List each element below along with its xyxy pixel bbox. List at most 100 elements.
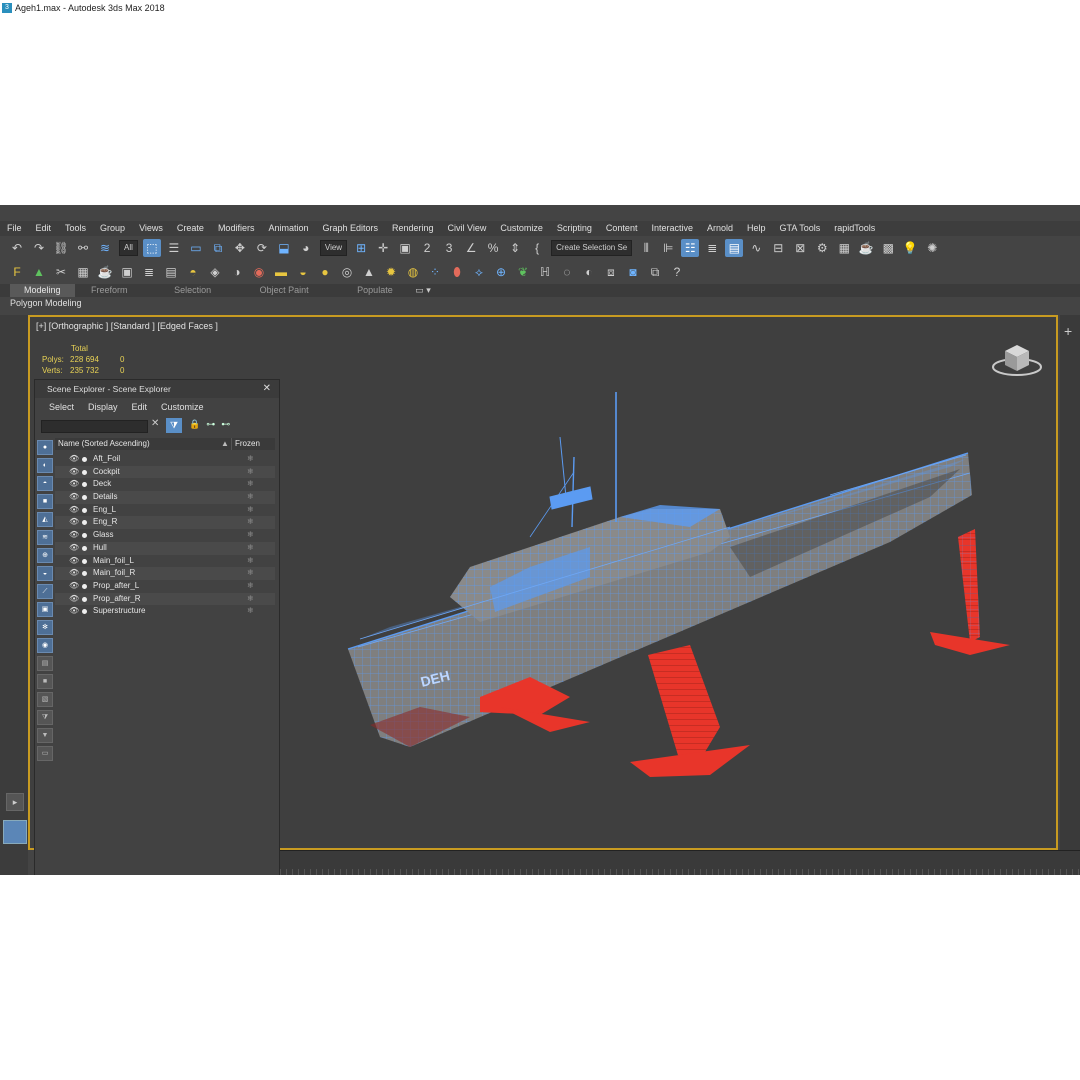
snowflake-icon[interactable]: ❄	[247, 478, 254, 491]
render-sphere-icon[interactable]: ◐	[580, 263, 598, 281]
pages-icon[interactable]: ⧉	[646, 263, 664, 281]
viewport-label[interactable]: [+] [Orthographic ] [Standard ] [Edged F…	[36, 321, 218, 331]
cameras-filter-icon[interactable]: ■	[37, 494, 53, 509]
scene-explorer-title[interactable]: Scene Explorer - Scene Explorer	[35, 380, 279, 398]
menu-gta-tools[interactable]: GTA Tools	[773, 221, 828, 236]
scale-icon[interactable]: ⬓	[275, 239, 293, 257]
eye-icon[interactable]: 👁	[69, 580, 79, 593]
shapes-filter-icon[interactable]: ◐	[37, 458, 53, 473]
light-bulb-icon[interactable]: ◓	[184, 263, 202, 281]
filter-funnel-icon[interactable]: ▼	[37, 728, 53, 743]
menu-scripting[interactable]: Scripting	[550, 221, 599, 236]
eye-icon[interactable]: 👁	[69, 567, 79, 580]
plant-icon[interactable]: ❦	[514, 263, 532, 281]
render-iterative-icon[interactable]: ▩	[879, 239, 897, 257]
sphere-icon[interactable]: ●	[316, 263, 334, 281]
ribbon-tab-selection[interactable]: Selection	[174, 284, 211, 297]
boat-wireframe-model[interactable]: DEH	[330, 377, 1030, 777]
ribbon-tab-freeform[interactable]: Freeform	[91, 284, 128, 297]
list-item[interactable]: 👁 Aft_Foil ❄	[55, 453, 275, 466]
snowflake-icon[interactable]: ❄	[247, 593, 254, 606]
camera-filter-icon[interactable]: ▭	[37, 746, 53, 761]
align-icon[interactable]: ⊫	[659, 239, 677, 257]
scene-search-input[interactable]	[41, 420, 148, 433]
viewport-icon[interactable]: ▣	[118, 263, 136, 281]
layer-icon[interactable]: ▧	[37, 692, 53, 707]
cone-icon[interactable]: ▲	[360, 263, 378, 281]
schematic-view-icon[interactable]: ⊟	[769, 239, 787, 257]
lock-icon[interactable]: 🔒	[189, 419, 206, 429]
spinner-snap-icon[interactable]: ⇕	[506, 239, 524, 257]
sort-ascending-icon[interactable]: ▲	[221, 438, 229, 450]
snowflake-icon[interactable]: ❄	[247, 529, 254, 542]
close-icon[interactable]: ✕	[263, 380, 271, 398]
eye-icon[interactable]: 👁	[69, 466, 79, 479]
snowflake-icon[interactable]: ❄	[247, 504, 254, 517]
helpers-filter-icon[interactable]: ◭	[37, 512, 53, 527]
teapot-icon[interactable]: ☕	[96, 263, 114, 281]
scene-menu-customize[interactable]: Customize	[161, 400, 204, 414]
rotate-icon[interactable]: ⟳	[253, 239, 271, 257]
select-manipulate-icon[interactable]: ✛	[374, 239, 392, 257]
list-item[interactable]: 👁 Eng_R ❄	[55, 516, 275, 530]
menu-modifiers[interactable]: Modifiers	[211, 221, 262, 236]
expand-arrow-icon[interactable]: ▸	[6, 793, 24, 811]
select-by-name-icon[interactable]: ☰	[165, 239, 183, 257]
list-item[interactable]: 👁 Glass ❄	[55, 529, 275, 542]
scene-menu-edit[interactable]: Edit	[132, 400, 148, 414]
eye-icon[interactable]: 👁	[69, 491, 79, 504]
keyboard-shortcut-icon[interactable]: ▣	[396, 239, 414, 257]
groups-filter-icon[interactable]: ⊕	[37, 548, 53, 563]
snap-3d-icon[interactable]: 3	[440, 239, 458, 257]
ribbon-options-icon[interactable]: ▭ ▾	[415, 284, 431, 297]
menu-customize[interactable]: Customize	[493, 221, 550, 236]
hierarchy-alt-icon[interactable]: ⊷	[221, 419, 236, 429]
viewcube-icon[interactable]	[990, 339, 1044, 379]
eye-icon[interactable]: 👁	[69, 453, 79, 466]
network-icon[interactable]: ⟡	[470, 263, 488, 281]
display-all-icon[interactable]: ◉	[37, 638, 53, 653]
curve-editor-icon[interactable]: ∿	[747, 239, 765, 257]
menu-graph-editors[interactable]: Graph Editors	[315, 221, 385, 236]
menu-create[interactable]: Create	[170, 221, 211, 236]
eye-icon[interactable]: 👁	[69, 504, 79, 517]
hair-fur-icon[interactable]: ℍ	[536, 263, 554, 281]
toggle-scene-explorer-icon[interactable]: ☷	[681, 239, 700, 257]
list-item[interactable]: 👁 Main_foil_L ❄	[55, 555, 275, 568]
render-frame-icon[interactable]: ▦	[835, 239, 853, 257]
menu-interactive[interactable]: Interactive	[644, 221, 700, 236]
ribbon-tab-object-paint[interactable]: Object Paint	[260, 284, 309, 297]
containers-filter-icon[interactable]: ▣	[37, 602, 53, 617]
snowflake-icon[interactable]: ❄	[247, 567, 254, 580]
column-frozen[interactable]: Frozen	[231, 438, 260, 450]
arnold-icon[interactable]: ◙	[624, 263, 642, 281]
menu-rendering[interactable]: Rendering	[385, 221, 441, 236]
eye-icon[interactable]: 👁	[69, 529, 79, 542]
pivot-icon[interactable]: ⊞	[352, 239, 370, 257]
menu-rapidtools[interactable]: rapidTools	[827, 221, 882, 236]
arnold-light-icon[interactable]: 💡	[901, 239, 919, 257]
tools-icon[interactable]: ✂	[52, 263, 70, 281]
ribbon-tab-populate[interactable]: Populate	[357, 284, 393, 297]
place-icon[interactable]: ◕	[297, 239, 315, 257]
list-item[interactable]: 👁 Superstructure ❄	[55, 605, 275, 618]
material-icon[interactable]: ◉	[250, 263, 268, 281]
particles-filter-icon[interactable]: ✻	[37, 620, 53, 635]
redo-icon[interactable]: ↷	[30, 239, 48, 257]
toggle-layer-explorer-icon[interactable]: ≣	[703, 239, 721, 257]
mirror-icon[interactable]: ⫴	[637, 239, 655, 257]
geometry-filter-icon[interactable]: ●	[37, 440, 53, 455]
filter-icon[interactable]: ⧩	[166, 418, 182, 433]
bind-spacewarp-icon[interactable]: ≋	[96, 239, 114, 257]
toggle-ribbon-icon[interactable]: ▤	[725, 239, 744, 257]
lights-filter-icon[interactable]: ◓	[37, 476, 53, 491]
rectangular-region-icon[interactable]: ▭	[187, 239, 205, 257]
timeline-slider[interactable]	[280, 850, 1080, 875]
render-production-icon[interactable]: ☕	[857, 239, 875, 257]
disc-icon[interactable]: ◍	[404, 263, 422, 281]
polygon-modeling-label[interactable]: Polygon Modeling	[10, 297, 82, 309]
eye-icon[interactable]: 👁	[69, 478, 79, 491]
menu-civil-view[interactable]: Civil View	[441, 221, 494, 236]
clear-search-icon[interactable]: ✕	[151, 418, 159, 429]
invert-icon[interactable]: ■	[37, 674, 53, 689]
